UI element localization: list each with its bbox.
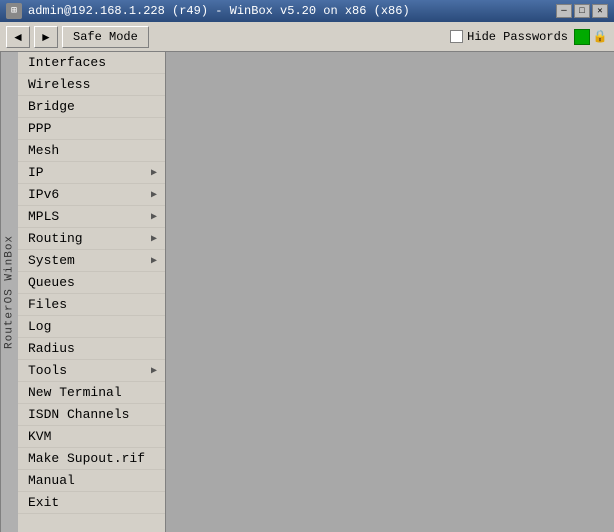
menu-item-label: Log (28, 319, 51, 334)
menu-item-label: Make Supout.rif (28, 451, 145, 466)
menu-item-label: IPv6 (28, 187, 59, 202)
sidebar-item-wireless[interactable]: Wireless (18, 74, 165, 96)
minimize-button[interactable]: ─ (556, 4, 572, 18)
menu-item-label: KVM (28, 429, 51, 444)
sidebar-item-ip[interactable]: IP ▶ (18, 162, 165, 184)
main-area: RouterOS WinBox Interfaces Wireless Bridge… (0, 52, 614, 532)
sidebar-item-mesh[interactable]: Mesh (18, 140, 165, 162)
sidebar-item-bridge[interactable]: Bridge (18, 96, 165, 118)
submenu-arrow-icon: ▶ (151, 167, 157, 179)
forward-button[interactable]: ► (34, 26, 58, 48)
sidebar-item-make-supoutrif[interactable]: Make Supout.rif (18, 448, 165, 470)
sidebar: InterfacesWirelessBridgePPPMeshIP▶IPv6▶M… (18, 52, 166, 532)
connection-status-icon (574, 29, 590, 45)
sidebar-item-new-terminal[interactable]: New Terminal (18, 382, 165, 404)
sidebar-item-mpls[interactable]: MPLS ▶ (18, 206, 165, 228)
toolbar-right: Hide Passwords 🔒 (450, 29, 608, 45)
close-button[interactable]: ✕ (592, 4, 608, 18)
menu-item-label: Wireless (28, 77, 90, 92)
sidebar-item-kvm[interactable]: KVM (18, 426, 165, 448)
submenu-arrow-icon: ▶ (151, 255, 157, 267)
hide-passwords-label: Hide Passwords (467, 30, 568, 44)
window-controls[interactable]: ─ □ ✕ (556, 4, 608, 18)
menu-item-label: System (28, 253, 75, 268)
sidebar-item-radius[interactable]: Radius (18, 338, 165, 360)
menu-item-label: Exit (28, 495, 59, 510)
content-area (166, 52, 614, 532)
sidebar-item-interfaces[interactable]: Interfaces (18, 52, 165, 74)
sidebar-item-queues[interactable]: Queues (18, 272, 165, 294)
menu-item-label: Tools (28, 363, 67, 378)
back-button[interactable]: ◄ (6, 26, 30, 48)
title-bar: ⊞ admin@192.168.1.228 (r49) - WinBox v5.… (0, 0, 614, 22)
menu-item-label: Bridge (28, 99, 75, 114)
sidebar-item-files[interactable]: Files (18, 294, 165, 316)
safe-mode-button[interactable]: Safe Mode (62, 26, 149, 48)
sidebar-wrapper: RouterOS WinBox Interfaces Wireless Bridge… (0, 52, 166, 532)
menu-item-label: Queues (28, 275, 75, 290)
sidebar-item-log[interactable]: Log (18, 316, 165, 338)
menu-item-label: Radius (28, 341, 75, 356)
submenu-arrow-icon: ▶ (151, 211, 157, 223)
hide-passwords-checkbox[interactable] (450, 30, 463, 43)
app-icon: ⊞ (6, 3, 22, 19)
menu-item-label: IP (28, 165, 44, 180)
submenu-arrow-icon: ▶ (151, 233, 157, 245)
menu-item-label: PPP (28, 121, 51, 136)
vertical-label: RouterOS WinBox (0, 52, 18, 532)
menu-item-label: Interfaces (28, 55, 106, 70)
menu-item-label: New Terminal (28, 385, 122, 400)
sidebar-item-ppp[interactable]: PPP (18, 118, 165, 140)
sidebar-item-system[interactable]: System ▶ (18, 250, 165, 272)
toolbar: ◄ ► Safe Mode Hide Passwords 🔒 (0, 22, 614, 52)
status-icons: 🔒 (574, 29, 608, 45)
sidebar-item-tools[interactable]: Tools ▶ (18, 360, 165, 382)
sidebar-item-exit[interactable]: Exit (18, 492, 165, 514)
sidebar-item-isdn-channels[interactable]: ISDN Channels (18, 404, 165, 426)
submenu-arrow-icon: ▶ (151, 365, 157, 377)
title-text: admin@192.168.1.228 (r49) - WinBox v5.20… (28, 4, 410, 18)
menu-item-label: MPLS (28, 209, 59, 224)
menu-item-label: Manual (28, 473, 75, 488)
menu-item-label: Routing (28, 231, 83, 246)
maximize-button[interactable]: □ (574, 4, 590, 18)
sidebar-item-ipv6[interactable]: IPv6 ▶ (18, 184, 165, 206)
menu-item-label: Mesh (28, 143, 59, 158)
submenu-arrow-icon: ▶ (151, 189, 157, 201)
sidebar-item-routing[interactable]: Routing ▶ (18, 228, 165, 250)
hide-passwords-control[interactable]: Hide Passwords (450, 30, 568, 44)
menu-item-label: Files (28, 297, 67, 312)
menu-item-label: ISDN Channels (28, 407, 129, 422)
sidebar-item-manual[interactable]: Manual (18, 470, 165, 492)
lock-icon: 🔒 (592, 29, 608, 45)
